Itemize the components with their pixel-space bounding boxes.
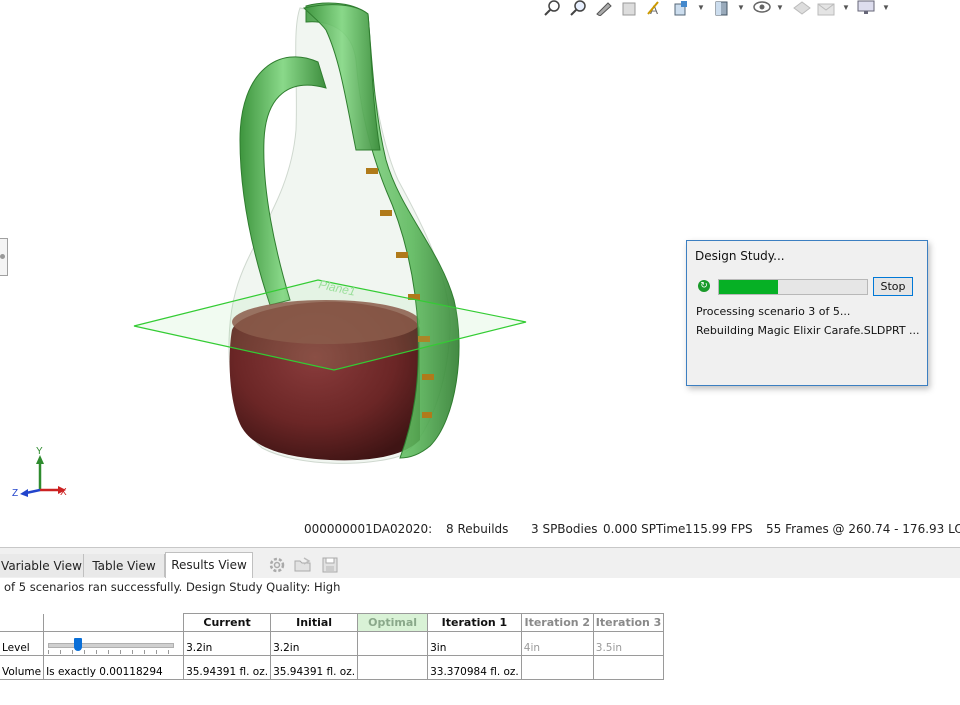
volume-iteration-2 — [520, 655, 594, 680]
row-name-level: Level — [0, 631, 45, 656]
stats-fps: 115.99 FPS — [685, 522, 753, 536]
view-orientation-icon[interactable] — [672, 0, 692, 16]
axis-triad: Y X Z — [12, 446, 67, 499]
level-optimal — [357, 631, 429, 656]
design-study-progress-dialog: Design Study... ↻ Stop Processing scenar… — [686, 240, 928, 386]
hide-show-caret-icon[interactable]: ▼ — [776, 3, 784, 12]
open-folder-icon[interactable] — [294, 556, 312, 574]
stats-address: 000000001DA02020: — [304, 522, 433, 536]
volume-optimal — [357, 655, 429, 680]
display-style-icon[interactable] — [712, 0, 732, 16]
hide-show-items-icon[interactable] — [752, 0, 772, 16]
tab-results-view[interactable]: Results View — [165, 552, 253, 579]
dynamic-annotation-icon[interactable]: A — [646, 0, 666, 16]
volume-constraint[interactable]: Is exactly 0.00118294 — [43, 655, 185, 680]
stats-bodies: 3 SPBodies — [531, 522, 598, 536]
edit-appearance-icon[interactable] — [792, 0, 812, 16]
view-orientation-caret-icon[interactable]: ▼ — [697, 3, 705, 12]
axis-x-label: X — [60, 487, 67, 498]
volume-current: 35.94391 fl. oz. — [183, 655, 272, 680]
header-iteration-1[interactable]: Iteration 1 — [427, 613, 522, 632]
design-study-tab-bar: Variable View Table View Results View — [0, 547, 960, 579]
header-optimal[interactable]: Optimal — [357, 613, 429, 632]
level-iteration-2: 4in — [520, 631, 594, 656]
previous-view-icon[interactable] — [594, 0, 614, 16]
table-row: Level 3.2in 3.2in 3in 4in 3.5in — [0, 631, 665, 656]
tab-variable-view[interactable]: Variable View — [0, 554, 84, 577]
performance-stats-bar: 000000001DA02020: 8 Rebuilds 3 SPBodies … — [0, 522, 960, 540]
row-name-volume: Volume — [0, 655, 45, 680]
feature-manager-collapse-tab[interactable] — [0, 238, 8, 276]
processing-status-text: Processing scenario 3 of 5... — [696, 305, 851, 318]
table-header-row: Current Initial Optimal Iteration 1 Iter… — [0, 613, 665, 632]
level-slider[interactable] — [46, 638, 175, 654]
section-view-icon[interactable] — [620, 0, 640, 16]
zoom-to-area-icon[interactable] — [568, 0, 588, 16]
dialog-title: Design Study... — [695, 249, 785, 263]
level-initial: 3.2in — [270, 631, 359, 656]
stats-rebuilds: 8 Rebuilds — [446, 522, 509, 536]
level-current: 3.2in — [183, 631, 272, 656]
header-initial[interactable]: Initial — [270, 613, 359, 632]
header-iteration-3[interactable]: Iteration 3 — [592, 613, 665, 632]
stats-sptime: 0.000 SPTime — [603, 522, 686, 536]
level-slider-cell[interactable] — [43, 631, 185, 656]
volume-iteration-3 — [592, 655, 665, 680]
progress-bar-fill — [719, 280, 779, 294]
level-iteration-1: 3in — [427, 631, 522, 656]
volume-initial: 35.94391 fl. oz. — [270, 655, 359, 680]
zoom-to-fit-icon[interactable] — [542, 0, 562, 16]
display-style-caret-icon[interactable]: ▼ — [737, 3, 745, 12]
axis-z-label: Z — [12, 488, 18, 499]
results-table: Current Initial Optimal Iteration 1 Iter… — [0, 613, 665, 680]
slider-ticks — [48, 650, 173, 654]
view-settings-icon[interactable] — [856, 0, 876, 16]
rebuild-status-text: Rebuilding Magic Elixir Carafe.SLDPRT ..… — [696, 324, 920, 337]
level-iteration-3: 3.5in — [592, 631, 665, 656]
stats-frames: 55 Frames @ 260.74 - 176.93 LOD — [766, 522, 960, 536]
study-summary-text: of 5 scenarios ran successfully. Design … — [4, 580, 341, 594]
view-settings-caret-icon[interactable]: ▼ — [882, 3, 890, 12]
results-view-panel: of 5 scenarios ran successfully. Design … — [0, 578, 960, 705]
graphics-viewport[interactable]: Plane1 Y X Z A ▼ ▼ ▼ ▼ ▼ 000000001DA0202… — [0, 0, 960, 545]
apply-scene-caret-icon[interactable]: ▼ — [842, 3, 850, 12]
tab-table-view[interactable]: Table View — [84, 554, 165, 577]
table-row: Volume Is exactly 0.00118294 35.94391 fl… — [0, 655, 665, 680]
settings-gear-icon[interactable] — [268, 556, 286, 574]
apply-scene-icon[interactable] — [816, 0, 836, 16]
slider-thumb[interactable] — [73, 638, 82, 651]
header-current[interactable]: Current — [183, 613, 272, 632]
axis-y-label: Y — [36, 446, 43, 457]
volume-iteration-1: 33.370984 fl. oz. — [427, 655, 522, 680]
running-status-icon: ↻ — [698, 280, 710, 292]
save-icon[interactable] — [321, 556, 339, 574]
progress-bar — [718, 279, 868, 295]
stop-button[interactable]: Stop — [873, 277, 913, 296]
slider-track — [48, 643, 175, 648]
header-iteration-2[interactable]: Iteration 2 — [520, 613, 594, 632]
